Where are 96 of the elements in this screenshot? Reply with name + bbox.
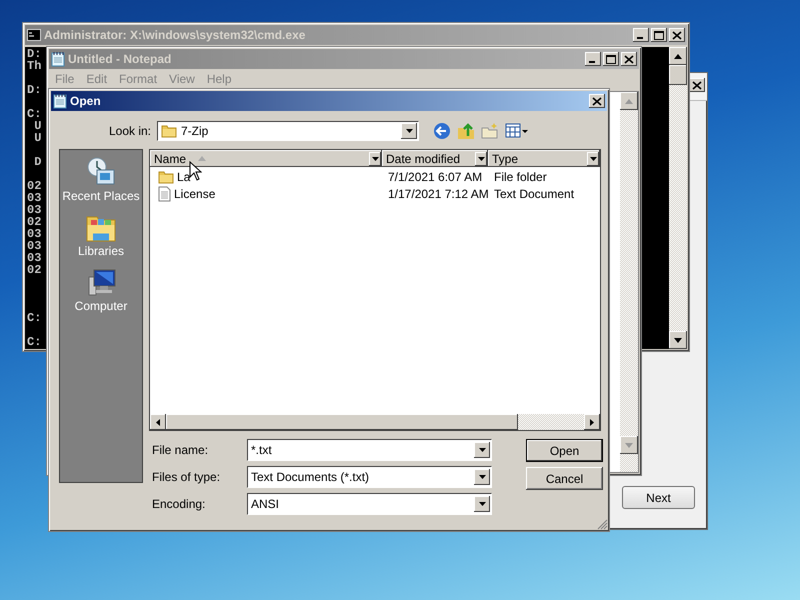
- window-title: Administrator: X:\windows\system32\cmd.exe: [44, 28, 306, 42]
- console-icon: [27, 29, 41, 41]
- column-header[interactable]: Type: [488, 150, 600, 167]
- date-cell-text: 7/1/2021 6:07 AM: [387, 170, 484, 184]
- dropdown-arrow-icon: [406, 129, 412, 133]
- column-header[interactable]: Date modified: [382, 150, 488, 167]
- scroll-thumb[interactable]: [669, 65, 687, 85]
- column-header[interactable]: Name: [150, 150, 382, 167]
- console-line: 03: [27, 252, 42, 264]
- place-item[interactable]: Computer: [72, 266, 130, 315]
- column-dropdown-button[interactable]: [475, 152, 487, 166]
- notepad-icon: [53, 93, 67, 109]
- combo-field[interactable]: ANSI: [247, 493, 492, 515]
- minimize-icon: [637, 37, 643, 39]
- back-icon[interactable]: [433, 122, 451, 140]
- dropdown-arrow-icon: [478, 502, 486, 506]
- minimize-icon: [589, 61, 595, 63]
- right-arrow-icon: [590, 418, 594, 426]
- dropdown-arrow-icon: [478, 156, 484, 160]
- scrollbar[interactable]: [620, 92, 638, 472]
- next-button[interactable]: Next: [622, 486, 695, 509]
- combo-field[interactable]: Text Documents (*.txt): [247, 466, 492, 488]
- console-line: 03: [27, 192, 42, 204]
- minimize-button[interactable]: [585, 52, 601, 66]
- down-arrow-icon: [674, 338, 682, 342]
- column-title: Date modified: [386, 152, 460, 166]
- dropdown-arrow-icon: [478, 475, 486, 479]
- look-in-dropdown[interactable]: 7-Zip: [157, 121, 419, 141]
- field-label: File name:: [151, 443, 210, 457]
- close-button[interactable]: [589, 94, 605, 108]
- window-title: Untitled - Notepad: [68, 52, 172, 66]
- close-icon: [672, 30, 682, 40]
- close-icon: [692, 80, 702, 90]
- field-label: Files of type:: [151, 470, 222, 484]
- console-line: 02: [27, 264, 42, 276]
- close-button[interactable]: [621, 52, 637, 66]
- mouse-cursor-icon: [189, 161, 202, 181]
- resize-grip-icon[interactable]: [596, 518, 608, 530]
- folder-icon: [161, 124, 177, 138]
- maximize-button[interactable]: [603, 52, 619, 66]
- console-line: D:: [27, 84, 42, 96]
- column-title: Name: [154, 152, 186, 166]
- minimize-button[interactable]: [633, 28, 649, 42]
- file-name-cell[interactable]: License: [174, 186, 216, 200]
- console-line: C:: [27, 312, 42, 324]
- close-button[interactable]: [669, 28, 685, 42]
- place-label: Libraries: [78, 244, 124, 258]
- scrollbar[interactable]: [669, 47, 687, 349]
- type-cell-text: Text Document: [493, 186, 576, 200]
- up-arrow-icon: [625, 98, 633, 104]
- combo-field[interactable]: *.txt: [247, 439, 492, 461]
- place-item[interactable]: Libraries: [76, 211, 126, 260]
- dropdown-arrow-icon: [478, 448, 486, 452]
- console-line: 03: [27, 228, 42, 240]
- console-line: 02: [27, 216, 42, 228]
- console-line: Th: [27, 60, 42, 72]
- close-icon: [624, 54, 634, 64]
- console-line: 03: [27, 240, 42, 252]
- place-label: Computer: [74, 299, 128, 313]
- maximize-button[interactable]: [651, 28, 667, 42]
- dialog-title: Open: [70, 94, 102, 108]
- console-line: D: [33, 156, 42, 168]
- dropdown-arrow-icon: [372, 156, 378, 160]
- file-name-cell[interactable]: La: [177, 170, 190, 184]
- console-line: U: [33, 132, 42, 144]
- console-line: D:: [27, 48, 42, 60]
- down-arrow-icon: [625, 442, 633, 448]
- field-label: Encoding:: [151, 497, 206, 511]
- view-menu-icon[interactable]: [505, 123, 529, 139]
- column-dropdown-button[interactable]: [369, 152, 381, 166]
- dialog-button[interactable]: Open: [526, 439, 603, 462]
- console-line: U: [33, 120, 42, 132]
- dropdown-arrow-icon: [590, 156, 596, 160]
- place-item[interactable]: Recent Places: [60, 154, 142, 205]
- scroll-thumb[interactable]: [166, 414, 518, 430]
- close-button[interactable]: [689, 78, 705, 92]
- look-in-label: Look in:: [108, 124, 152, 138]
- up-arrow-icon: [674, 54, 682, 58]
- close-icon: [592, 96, 602, 106]
- folder-icon: [158, 170, 174, 184]
- console-line: 03: [27, 204, 42, 216]
- maximize-icon: [654, 30, 664, 40]
- console-line: 02: [27, 180, 42, 192]
- left-arrow-icon: [156, 418, 160, 426]
- date-cell-text: 1/17/2021 7:12 AM: [387, 186, 488, 200]
- notepad-icon: [51, 51, 65, 67]
- console-line: C:: [27, 108, 42, 120]
- maximize-icon: [606, 54, 616, 64]
- column-title: Type: [492, 152, 518, 166]
- type-cell-text: File folder: [493, 170, 548, 184]
- dialog-button[interactable]: Cancel: [526, 467, 603, 490]
- console-line: C:: [27, 336, 42, 348]
- horizontal-scrollbar[interactable]: [150, 414, 600, 430]
- place-label: Recent Places: [62, 189, 140, 203]
- document-icon: [158, 186, 171, 202]
- column-dropdown-button[interactable]: [587, 152, 599, 166]
